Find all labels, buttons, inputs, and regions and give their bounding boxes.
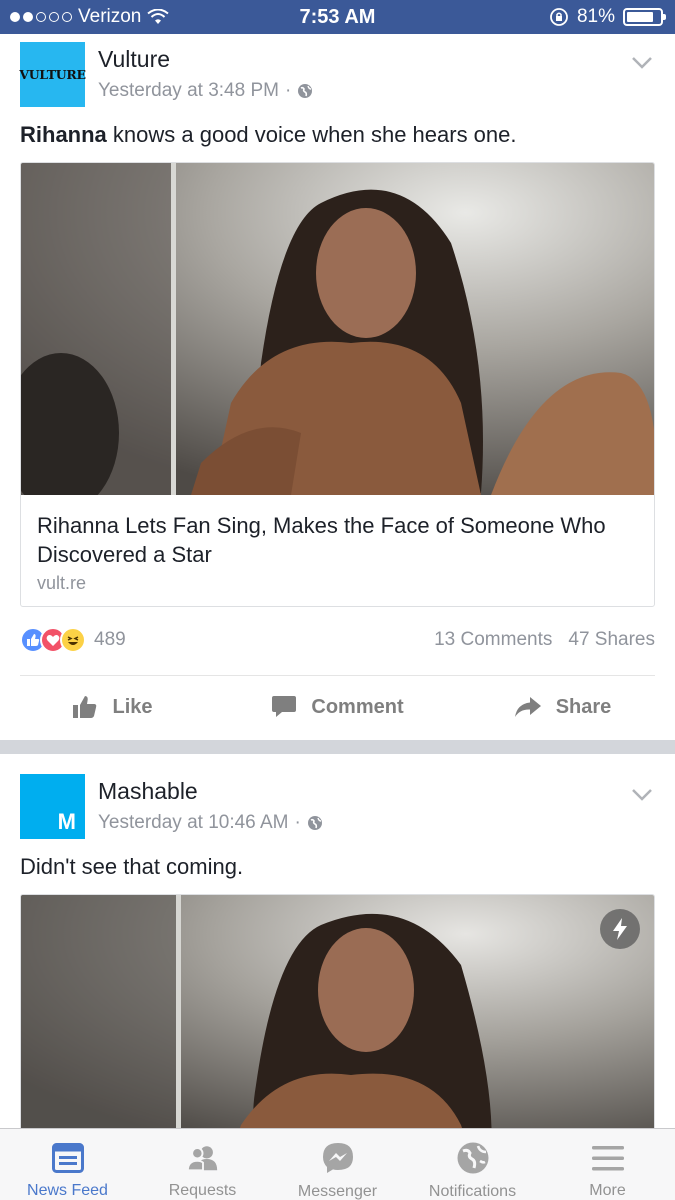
post-meta: Yesterday at 3:48 PM · [98,80,313,102]
post-meta: Yesterday at 10:46 AM · [98,812,323,834]
concert-photo [21,895,654,1128]
like-button[interactable]: Like [0,677,225,737]
tab-messenger[interactable]: Messenger [270,1129,405,1200]
meta-separator: · [284,80,292,101]
tab-news-feed[interactable]: News Feed [0,1129,135,1200]
video-thumbnail[interactable] [21,895,654,1128]
haha-reaction-icon [60,627,86,653]
globe-icon [307,816,322,830]
page-name[interactable]: Mashable [98,778,198,805]
chevron-down-icon[interactable] [631,788,653,802]
comment-bubble-icon [272,696,297,717]
globe-icon [456,1141,490,1175]
battery-status: 81% [549,6,666,28]
link-preview-card[interactable]: Rihanna Lets Fan Sing, Makes the Face of… [20,162,655,607]
menu-icon [591,1141,625,1174]
page-name[interactable]: Vulture [98,46,170,73]
tab-label: News Feed [27,1182,108,1199]
avatar-logo-text: M [57,809,76,834]
post-text: Rihanna knows a good voice when she hear… [20,122,517,148]
reaction-icons [20,627,86,653]
feed-post: VULTURE Vulture Yesterday at 3:48 PM · R… [0,34,675,740]
link-domain: vult.re [37,573,87,593]
divider [20,675,655,676]
post-text-body: knows a good voice when she hears one. [106,122,517,147]
messenger-icon [321,1141,355,1175]
friend-requests-icon [186,1141,220,1174]
tab-more[interactable]: More [540,1129,675,1200]
chevron-down-icon[interactable] [631,56,653,70]
tab-requests[interactable]: Requests [135,1129,270,1200]
share-label: Share [555,695,612,718]
reaction-count[interactable]: 489 [94,629,126,651]
concert-photo [21,163,654,495]
comments-count[interactable]: 13 Comments [434,629,552,651]
shares-count[interactable]: 47 Shares [568,629,655,651]
tab-notifications[interactable]: Notifications [405,1129,540,1200]
tab-label: Requests [168,1182,237,1199]
post-actions: Like Comment Share [0,677,675,737]
link-preview-image[interactable] [21,163,654,495]
page-avatar[interactable]: VULTURE [19,42,86,107]
tab-label: Notifications [428,1183,517,1200]
tagged-name[interactable]: Rihanna [20,122,107,147]
bottom-tab-bar: News Feed Requests Messenger Notificatio… [0,1128,675,1200]
comment-label: Comment [311,695,404,718]
share-arrow-icon [514,697,541,717]
reactions-summary[interactable]: 489 13 Comments 47 Shares [20,625,655,655]
page-avatar[interactable]: M [20,774,85,839]
link-title[interactable]: Rihanna Lets Fan Sing, Makes the Face of… [21,495,654,573]
instant-article-icon [600,909,640,949]
status-bar: Verizon 7:53 AM 81% [0,0,675,34]
tab-label: More [589,1182,626,1199]
post-text: Didn't see that coming. [20,854,244,879]
battery-percent: 81% [576,6,615,27]
avatar-logo-text: VULTURE [19,67,86,82]
rotation-lock-icon [550,8,568,26]
battery-icon [623,8,666,26]
meta-separator: · [294,812,301,833]
post-timestamp[interactable]: Yesterday at 10:46 AM [98,812,288,834]
feed-separator [0,740,675,754]
share-button[interactable]: Share [450,677,675,737]
news-feed-icon [51,1141,85,1174]
globe-icon [298,84,313,98]
tab-label: Messenger [297,1183,378,1200]
feed-post: M Mashable Yesterday at 10:46 AM · Didn'… [0,766,675,1128]
video-preview-card[interactable] [20,894,655,1128]
thumbs-up-icon [73,696,97,718]
like-label: Like [112,695,153,718]
post-timestamp[interactable]: Yesterday at 3:48 PM [98,80,279,102]
comment-button[interactable]: Comment [225,677,450,737]
